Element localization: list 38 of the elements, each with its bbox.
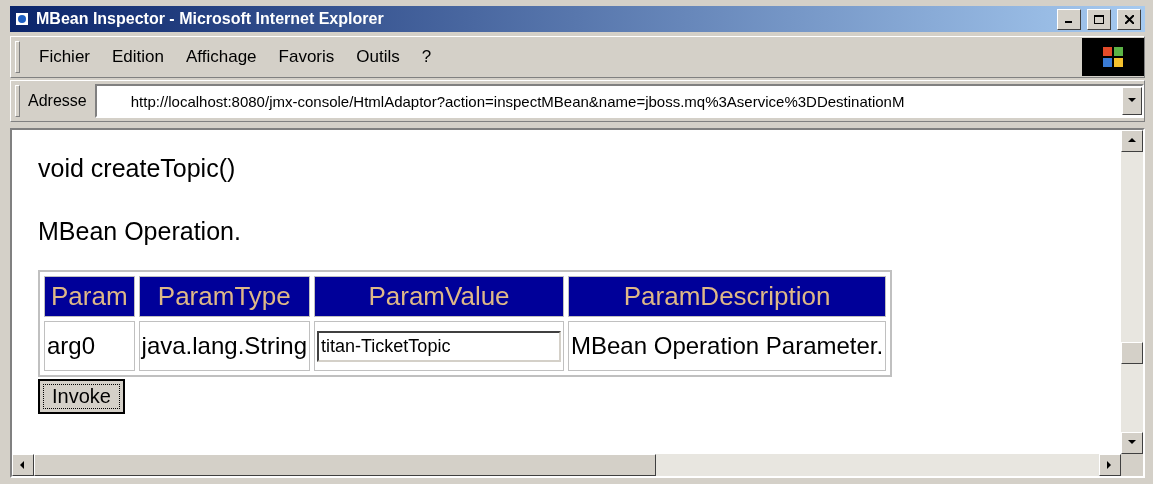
menu-item[interactable]: Favoris [267,47,346,67]
invoke-button[interactable]: Invoke [38,379,125,414]
minimize-button[interactable] [1057,8,1081,30]
column-header: Param [44,276,135,317]
column-header: ParamType [138,276,310,317]
menu-item[interactable]: ? [410,47,443,67]
address-field[interactable]: http://localhost:8080/jmx-console/HtmlAdaptor?action=inspectMBean&name=jboss.mq%3Aservice%3DDestinationM [94,84,1144,118]
horizontal-scrollbar[interactable] [12,454,1121,476]
close-button[interactable] [1117,8,1141,30]
windows-logo-icon [1102,46,1124,68]
vertical-scrollbar[interactable] [1121,130,1143,454]
maximize-button[interactable] [1087,8,1111,30]
menu-item[interactable]: Edition [101,47,175,67]
column-header: ParamDescription [568,276,887,317]
menu-item[interactable]: Fichier [28,47,101,67]
param-value-field[interactable]: titan-TicketTopic [317,331,561,362]
table-cell: arg0 [44,321,135,371]
scroll-left-button[interactable] [12,454,34,476]
menu-item[interactable]: Affichage [175,47,268,67]
close-icon [1124,14,1134,24]
scroll-up-button[interactable] [1121,130,1143,152]
window-title: MBean Inspector - Microsoft Internet Explorer [36,10,385,28]
table-cell: java.lang.String [138,321,310,371]
operation-description: MBean Operation. [38,217,242,246]
maximize-icon [1094,14,1104,24]
address-text: http://localhost:8080/jmx-console/HtmlAdaptor?action=inspectMBean&name=jboss.mq%3Aservice%3DDestinationM [129,92,906,110]
operation-heading: void createTopic() [38,154,237,183]
scrollbar-corner [1121,454,1143,476]
scroll-right-button[interactable] [1099,454,1121,476]
browser-icon [14,11,30,27]
column-header: ParamValue [314,276,564,317]
scrollbar-thumb[interactable] [34,454,656,476]
scroll-down-button[interactable] [1121,432,1143,454]
address-label: Adresse [28,92,88,110]
dropdown-button[interactable] [1122,87,1142,115]
scrollbar-thumb[interactable] [1121,342,1143,364]
menu-item[interactable]: Outils [345,47,411,67]
table-cell: MBean Operation Parameter. [568,321,887,371]
